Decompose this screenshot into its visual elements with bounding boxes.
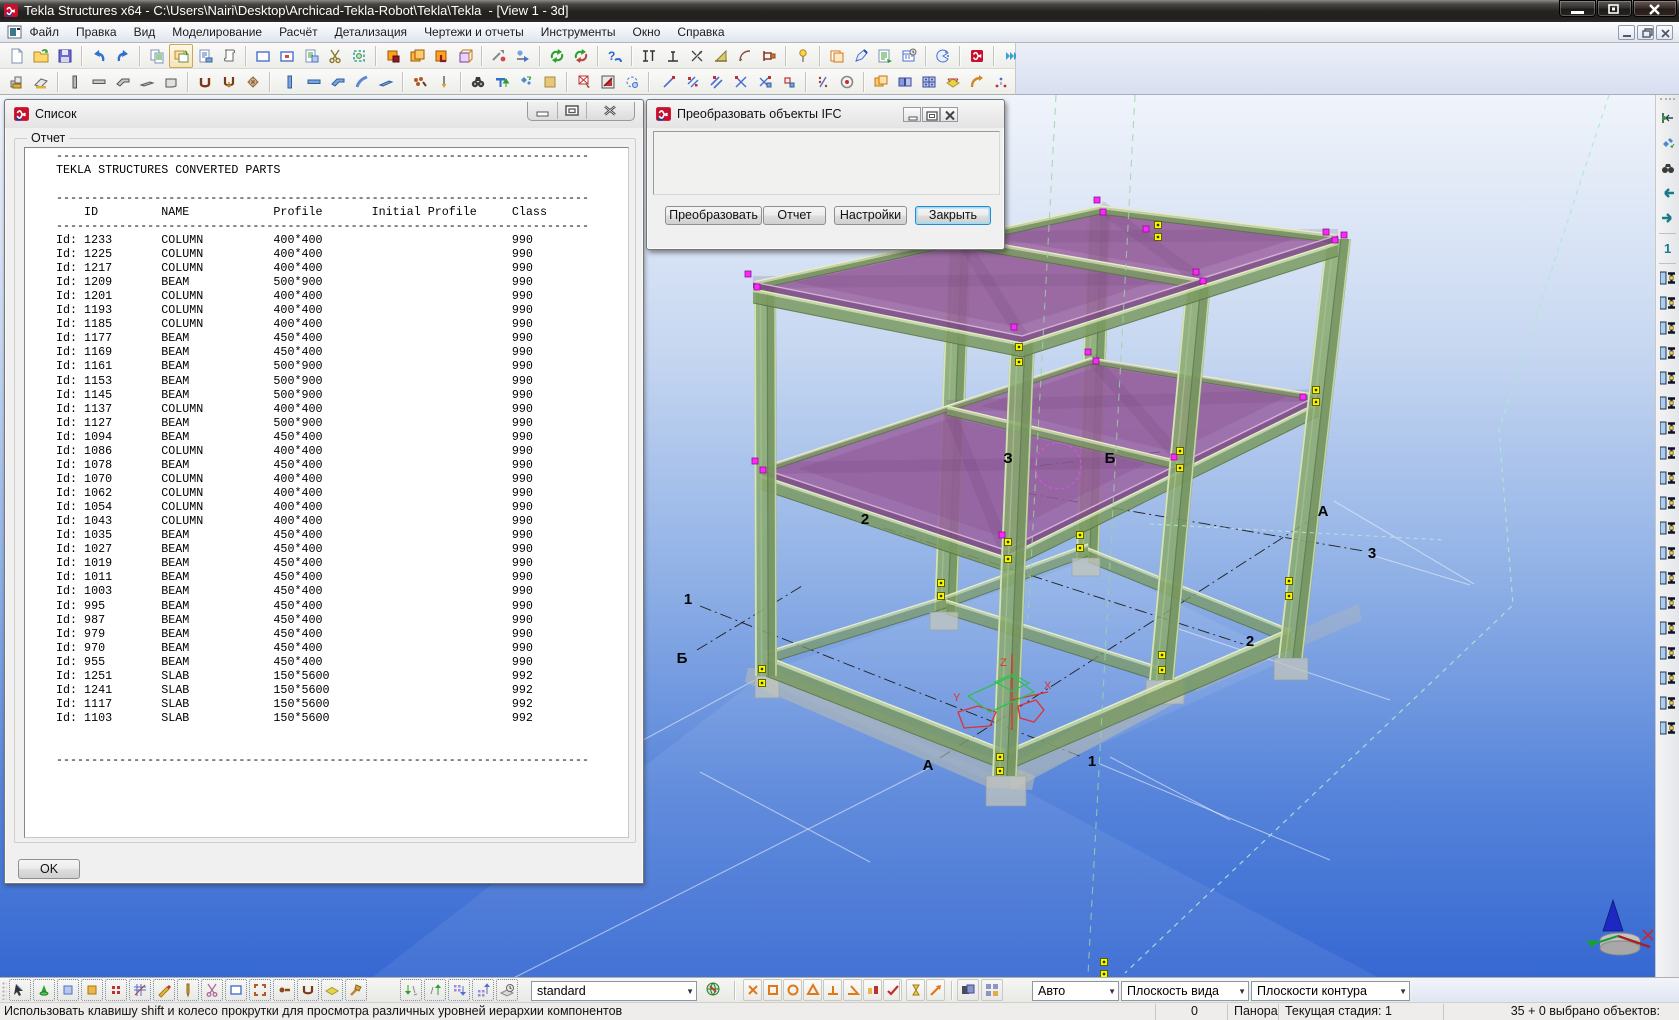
svg-text:3: 3 bbox=[1368, 545, 1376, 562]
svg-text:2: 2 bbox=[1246, 633, 1254, 650]
svg-text:1: 1 bbox=[1664, 241, 1671, 256]
svg-text:Y: Y bbox=[953, 692, 961, 704]
svg-text:А: А bbox=[1318, 503, 1329, 520]
svg-text:1: 1 bbox=[684, 591, 692, 608]
svg-text:А: А bbox=[923, 757, 934, 774]
svg-text:З: З bbox=[1003, 450, 1012, 467]
svg-text:Z: Z bbox=[1000, 657, 1007, 669]
svg-text:Б: Б bbox=[1105, 450, 1116, 467]
svg-text:Б: Б bbox=[677, 650, 688, 667]
svg-text:X: X bbox=[1044, 680, 1052, 692]
svg-text:?: ? bbox=[608, 49, 615, 63]
svg-text:2: 2 bbox=[861, 511, 869, 528]
svg-text:1: 1 bbox=[1088, 753, 1096, 770]
